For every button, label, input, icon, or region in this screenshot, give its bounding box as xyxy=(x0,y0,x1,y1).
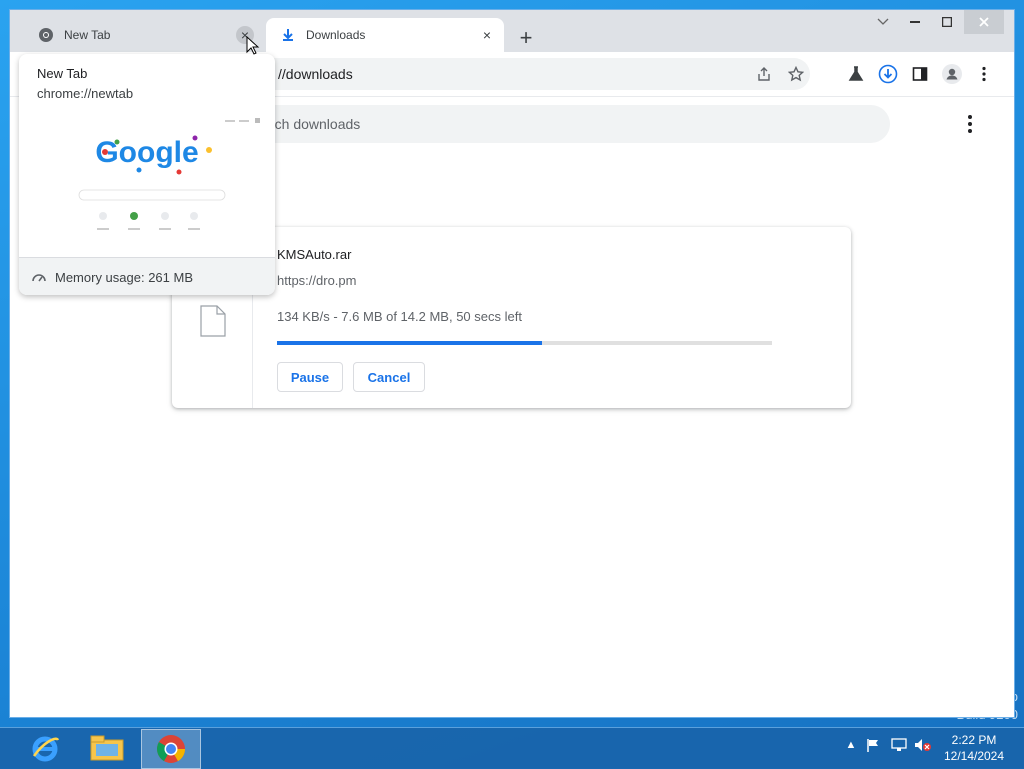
internet-explorer-icon[interactable] xyxy=(16,729,74,767)
hover-card-url: chrome://newtab xyxy=(37,86,134,101)
new-tab-button[interactable]: + xyxy=(512,24,540,52)
hover-card-title: New Tab xyxy=(37,66,88,81)
tab-search-button[interactable] xyxy=(866,10,900,34)
side-panel-icon[interactable] xyxy=(910,64,930,84)
download-status: 134 KB/s - 7.6 MB of 14.2 MB, 50 secs le… xyxy=(277,309,522,324)
taskbar: ▲ 2:22 PM 12/14/2024 xyxy=(0,727,1024,769)
star-icon[interactable] xyxy=(786,64,806,84)
tab-downloads[interactable]: Downloads × xyxy=(266,18,504,52)
memory-usage-label: Memory usage: 261 MB xyxy=(55,269,194,285)
show-hidden-icons-button[interactable]: ▲ xyxy=(842,736,860,754)
network-icon[interactable] xyxy=(890,736,908,754)
download-progress-bar xyxy=(277,341,772,345)
volume-muted-icon[interactable] xyxy=(914,736,932,754)
file-icon xyxy=(200,305,226,340)
mouse-pointer-icon xyxy=(246,35,260,59)
clock-date: 12/14/2024 xyxy=(943,749,1005,763)
cancel-button[interactable]: Cancel xyxy=(353,362,425,392)
minimize-button[interactable] xyxy=(898,10,932,34)
action-center-flag-icon[interactable] xyxy=(864,736,882,754)
chrome-icon[interactable] xyxy=(141,729,201,769)
download-filename[interactable]: KMSAuto.rar xyxy=(277,247,351,262)
download-source-url[interactable]: https://dro.pm xyxy=(277,273,356,288)
chrome-icon xyxy=(38,27,54,43)
pause-button[interactable]: Pause xyxy=(277,362,343,392)
search-downloads-input[interactable]: rch downloads xyxy=(240,105,890,143)
tab-strip: New Tab × Downloads × + xyxy=(10,10,1014,52)
labs-icon[interactable] xyxy=(846,64,866,84)
close-window-button[interactable] xyxy=(964,10,1004,34)
tab-label: New Tab xyxy=(64,28,111,42)
download-icon xyxy=(280,27,296,43)
profile-icon[interactable] xyxy=(942,64,962,84)
download-progress-fill xyxy=(277,341,542,345)
tab-thumbnail: Google xyxy=(19,112,275,257)
clock-time: 2:22 PM xyxy=(951,733,997,747)
share-icon[interactable] xyxy=(754,64,774,84)
address-bar-url: //downloads xyxy=(278,66,353,82)
system-clock[interactable]: 2:22 PM 12/14/2024 xyxy=(938,732,1010,764)
menu-icon[interactable] xyxy=(974,64,994,84)
search-placeholder: rch downloads xyxy=(270,116,361,132)
google-logo: Google xyxy=(95,136,198,169)
downloads-icon[interactable] xyxy=(878,64,898,84)
file-explorer-icon[interactable] xyxy=(78,729,136,767)
maximize-button[interactable] xyxy=(930,10,964,34)
tab-label: Downloads xyxy=(306,28,366,42)
tab-close-button[interactable]: × xyxy=(478,26,496,44)
more-actions-button[interactable] xyxy=(960,113,980,135)
tab-new-tab[interactable]: New Tab × xyxy=(24,18,262,52)
tab-hover-card: New Tab chrome://newtab Google Memory us… xyxy=(19,54,275,295)
gauge-icon xyxy=(31,269,47,285)
memory-usage-row: Memory usage: 261 MB xyxy=(19,257,275,295)
